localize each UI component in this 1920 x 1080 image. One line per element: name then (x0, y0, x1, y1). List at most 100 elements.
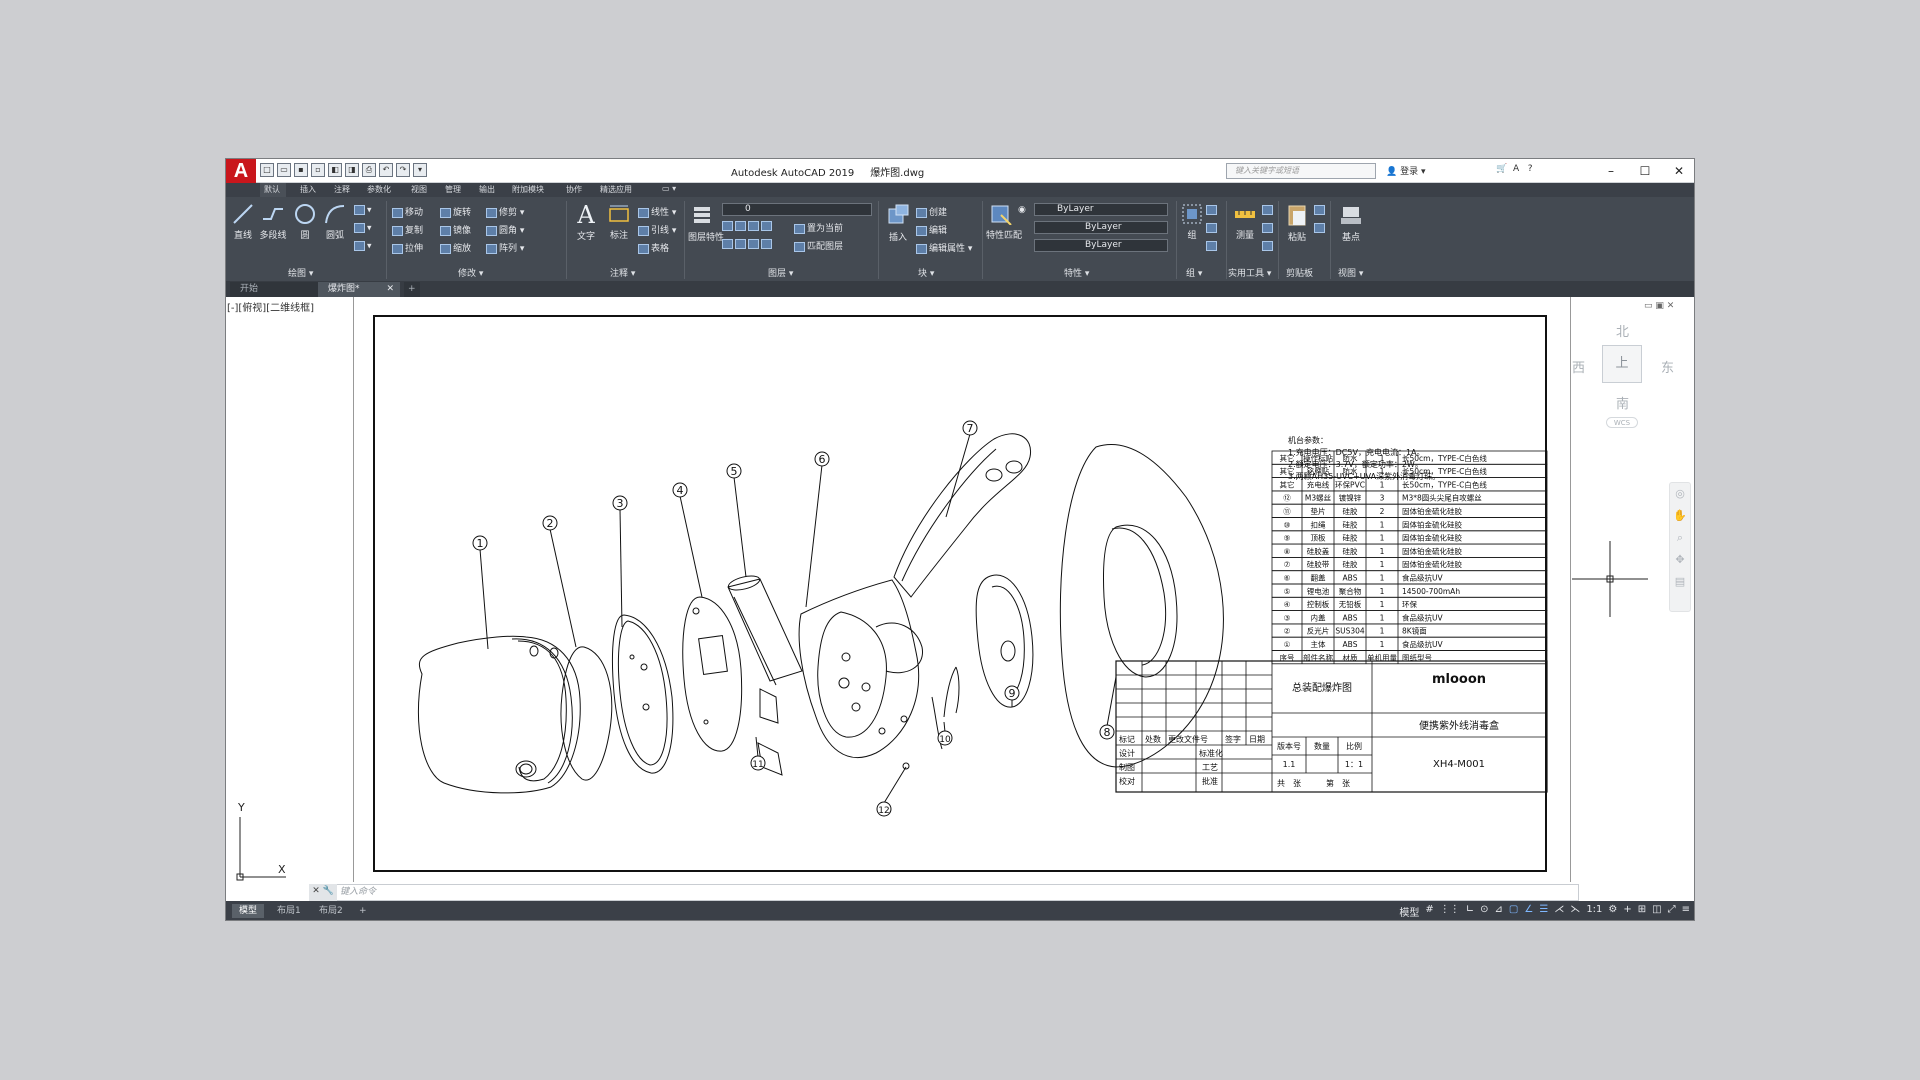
edit-block-button[interactable]: 编辑 (916, 223, 947, 236)
measure-button[interactable]: 测量 (1230, 203, 1260, 241)
tab-parametric[interactable]: 参数化 (367, 184, 391, 195)
tab-output[interactable]: 输出 (479, 184, 495, 195)
plot-icon[interactable]: ⎙ (362, 163, 376, 177)
modify-panel-label[interactable]: 修改 ▾ (458, 266, 483, 279)
tab-default[interactable]: 默认 (264, 184, 280, 195)
dimension-button[interactable]: 标注 (604, 203, 634, 241)
polar-icon[interactable]: ⊙ (1480, 904, 1488, 919)
create-block-button[interactable]: 创建 (916, 205, 947, 218)
search-input[interactable]: 键入关键字或短语 (1226, 163, 1376, 179)
cut-icon[interactable] (1314, 205, 1327, 216)
viewcube-south[interactable]: 南 (1616, 393, 1629, 412)
tab-model[interactable]: 模型 (232, 904, 265, 918)
osnap-icon[interactable]: ▢ (1509, 904, 1518, 919)
close-tab-icon[interactable]: ✕ (386, 282, 394, 296)
rotate-button[interactable]: 旋转 (440, 205, 471, 218)
annotation-panel-label[interactable]: 注释 ▾ (610, 266, 635, 279)
annotation-visibility-icon[interactable]: ⋌ (1554, 904, 1564, 919)
close-icon[interactable]: ✕ (1662, 159, 1694, 183)
linetype-dropdown[interactable]: ByLayer (1034, 221, 1168, 234)
isodraft-icon[interactable]: ⊿ (1495, 904, 1503, 919)
tab-annotate[interactable]: 注释 (334, 184, 350, 195)
region-button[interactable]: ▾ (354, 241, 372, 252)
annotation-monitor-icon[interactable]: + (1623, 904, 1631, 919)
circle-button[interactable]: 圆 (292, 203, 318, 241)
layer-dropdown[interactable]: 0 (722, 203, 872, 216)
viewcube-east[interactable]: 东 (1661, 357, 1674, 376)
wcs-menu[interactable]: WCS (1606, 417, 1638, 428)
redo-icon[interactable]: ↷ (396, 163, 410, 177)
view-panel-label[interactable]: 视图 ▾ (1338, 266, 1363, 279)
undo-icon[interactable]: ↶ (379, 163, 393, 177)
copy-button[interactable]: 复制 (392, 223, 423, 236)
insert-block-button[interactable]: 插入 (884, 203, 912, 243)
maximize-icon[interactable]: ☐ (1628, 159, 1662, 183)
trim-button[interactable]: 修剪 ▾ (486, 205, 524, 218)
sign-in-button[interactable]: 👤 登录 ▾ (1386, 164, 1425, 177)
annotation-scale-icon[interactable]: ⋋ (1570, 904, 1580, 919)
ortho-icon[interactable]: ∟ (1466, 904, 1474, 919)
viewcube-north[interactable]: 北 (1616, 321, 1629, 340)
exchange-icon[interactable]: A (1513, 164, 1519, 174)
web-open-icon[interactable]: ◧ (328, 163, 342, 177)
viewcube-west[interactable]: 西 (1572, 357, 1585, 376)
lineweight-icon[interactable]: ☰ (1539, 904, 1548, 919)
scale-button[interactable]: 缩放 (440, 241, 471, 254)
line-button[interactable]: 直线 (230, 203, 256, 241)
ribbon-toggle-icon[interactable]: ▭ ▾ (662, 184, 676, 193)
block-panel-label[interactable]: 块 ▾ (918, 266, 934, 279)
match-properties-button[interactable]: 特性匹配 (986, 203, 1022, 241)
table-button[interactable]: 表格 (638, 241, 669, 254)
zoom-icon[interactable]: ⌕ (1670, 527, 1690, 549)
pan-icon[interactable]: ✋ (1670, 505, 1690, 527)
text-button[interactable]: A 文字 (572, 201, 600, 242)
match-layer-button[interactable]: 匹配图层 (794, 239, 843, 252)
fullscreen-icon[interactable]: ⤢ (1668, 904, 1676, 919)
units-icon[interactable]: ⊞ (1638, 904, 1646, 919)
polyline-button[interactable]: 多段线 (256, 203, 290, 241)
paste-button[interactable]: 粘贴 (1282, 203, 1312, 243)
fillet-button[interactable]: 圆角 ▾ (486, 223, 524, 236)
array-button[interactable]: 阵列 ▾ (486, 241, 524, 254)
lineweight-dropdown[interactable]: ByLayer (1034, 239, 1168, 252)
tab-start[interactable]: 开始 (230, 282, 318, 297)
linear-button[interactable]: 线性 ▾ (638, 205, 676, 218)
tab-layout2[interactable]: 布局2 (312, 904, 350, 918)
stretch-button[interactable]: 拉伸 (392, 241, 423, 254)
calculator-icon[interactable] (1262, 241, 1275, 252)
id-point-icon[interactable] (1262, 205, 1275, 216)
scale-display[interactable]: 1:1 (1586, 904, 1602, 919)
tab-insert[interactable]: 插入 (300, 184, 316, 195)
leader-button[interactable]: 引线 ▾ (638, 223, 676, 236)
groups-panel-label[interactable]: 组 ▾ (1186, 266, 1202, 279)
snap-icon[interactable]: ⋮⋮ (1440, 904, 1460, 919)
help-icon[interactable]: ? (1528, 164, 1533, 174)
move-button[interactable]: 移动 (392, 205, 423, 218)
viewcube[interactable]: 北 西 东 南 上 WCS (1566, 317, 1681, 437)
layer-tools-row1[interactable] (722, 221, 774, 232)
tab-add-layout[interactable]: + (352, 904, 374, 918)
edit-attributes-button[interactable]: 编辑属性 ▾ (916, 241, 972, 254)
minimize-icon[interactable]: – (1594, 159, 1628, 183)
layer-tools-row2[interactable] (722, 239, 774, 250)
color-wheel-icon[interactable]: ◉ (1018, 205, 1026, 215)
application-menu-button[interactable]: A (226, 159, 256, 183)
viewcube-top-face[interactable]: 上 (1602, 345, 1642, 383)
web-save-icon[interactable]: ◨ (345, 163, 359, 177)
tab-manage[interactable]: 管理 (445, 184, 461, 195)
group-edit-icon[interactable] (1206, 223, 1219, 234)
tab-addins[interactable]: 附加模块 (512, 184, 544, 195)
tab-layout1[interactable]: 布局1 (270, 904, 308, 918)
color-dropdown[interactable]: ByLayer (1034, 203, 1168, 216)
mirror-button[interactable]: 镜像 (440, 223, 471, 236)
group-button[interactable]: 组 (1180, 203, 1204, 241)
hatch-button[interactable]: ▾ (354, 223, 372, 234)
new-tab-button[interactable]: + (404, 282, 420, 297)
workspace-gear-icon[interactable]: ⚙ (1608, 904, 1617, 919)
steering-wheel-icon[interactable]: ◎ (1670, 483, 1690, 505)
cart-icon[interactable]: 🛒 (1496, 164, 1507, 174)
orbit-icon[interactable]: ✥ (1670, 549, 1690, 571)
model-space-button[interactable]: 模型 (1399, 904, 1419, 919)
new-icon[interactable]: □ (260, 163, 274, 177)
qat-dropdown-icon[interactable]: ▾ (413, 163, 427, 177)
